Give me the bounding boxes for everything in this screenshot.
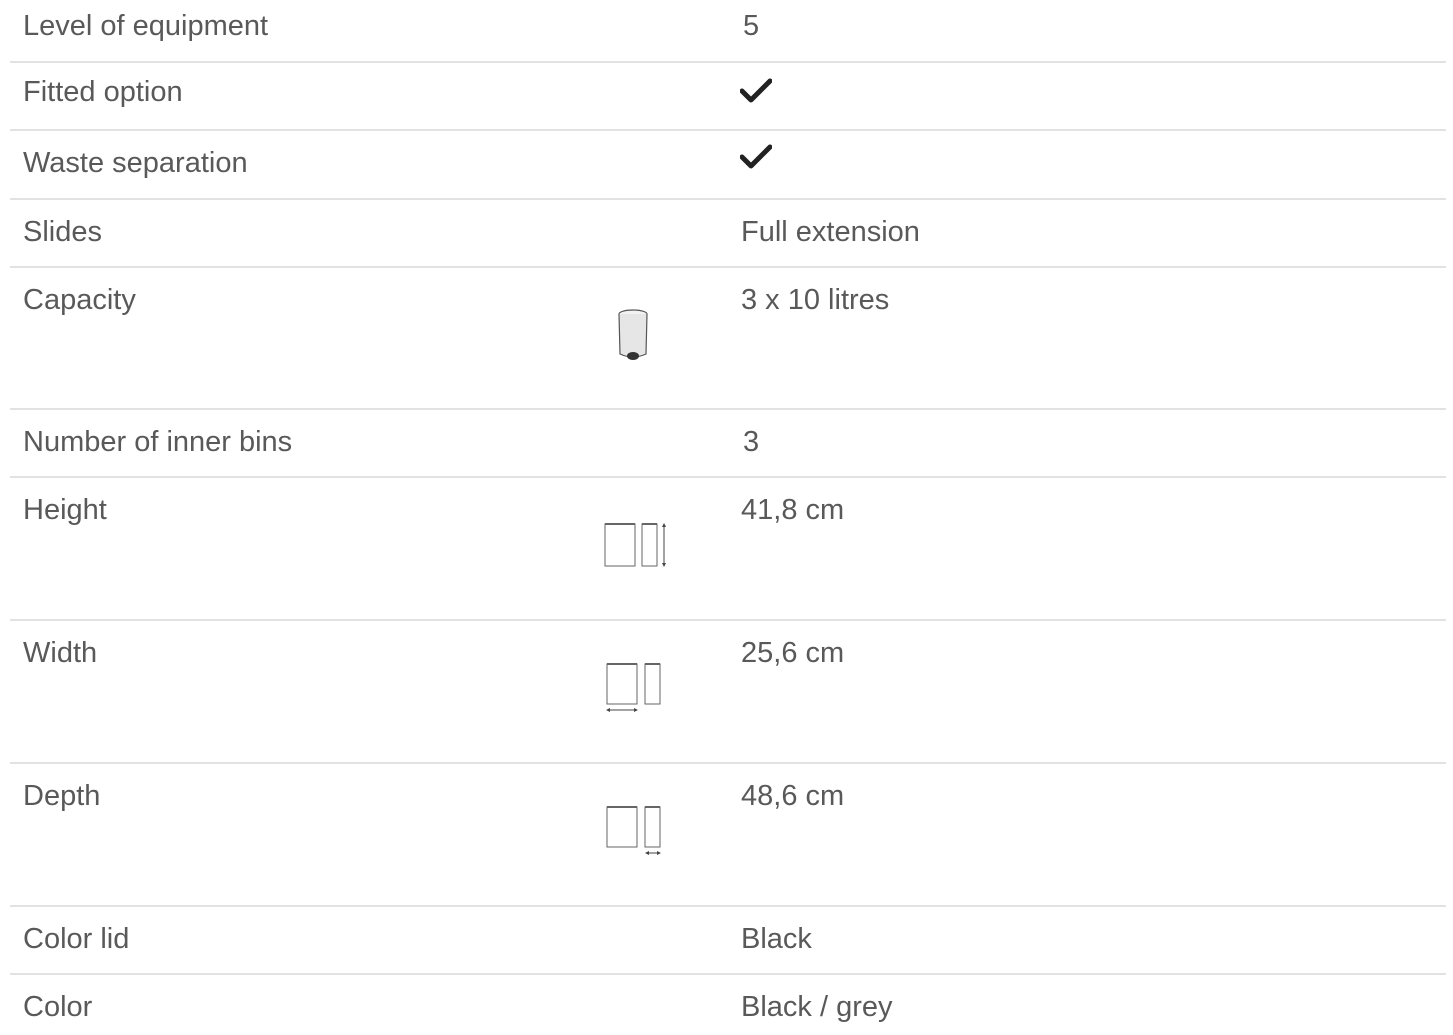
spec-value: 25,6 cm <box>741 637 845 669</box>
spec-value: 3 x 10 litres <box>741 284 890 316</box>
depth-dimension-icon <box>606 806 661 855</box>
product-spec-table: Level of equipment 5 Fitted option Waste… <box>10 0 1446 1035</box>
spec-label: Color <box>23 991 93 1023</box>
spec-row-height: Height 41,8 cm <box>10 478 1446 621</box>
checkmark-icon <box>740 78 772 103</box>
spec-row-width: Width 25,6 cm <box>10 621 1446 764</box>
spec-row-slides: Slides Full extension <box>10 200 1446 268</box>
spec-label: Height <box>23 494 107 526</box>
spec-label: Level of equipment <box>23 10 269 42</box>
spec-label: Waste separation <box>23 147 248 179</box>
spec-label: Slides <box>23 216 102 248</box>
spec-value: Black <box>741 923 812 955</box>
spec-label: Capacity <box>23 284 136 316</box>
spec-value: 48,6 cm <box>741 780 845 812</box>
spec-label: Number of inner bins <box>23 426 293 458</box>
spec-row-level-of-equipment: Level of equipment 5 <box>10 0 1446 63</box>
spec-value: Black / grey <box>741 991 893 1023</box>
spec-row-capacity: Capacity 3 x 10 litres <box>10 268 1446 410</box>
spec-label: Depth <box>23 780 101 812</box>
spec-row-fitted-option: Fitted option <box>10 63 1446 131</box>
spec-value: Full extension <box>741 216 920 248</box>
spec-row-color-lid: Color lid Black <box>10 907 1446 975</box>
spec-row-waste-separation: Waste separation <box>10 131 1446 200</box>
bin-icon <box>618 309 648 360</box>
width-dimension-icon <box>606 663 661 712</box>
spec-label: Fitted option <box>23 76 183 108</box>
spec-row-number-of-inner-bins: Number of inner bins 3 <box>10 410 1446 478</box>
spec-value: 41,8 cm <box>741 494 845 526</box>
spec-label: Width <box>23 637 98 669</box>
spec-row-depth: Depth 48,6 cm <box>10 764 1446 907</box>
spec-value: 5 <box>743 10 760 42</box>
spec-value: 3 <box>743 426 760 458</box>
height-dimension-icon <box>604 523 666 567</box>
checkmark-icon <box>740 144 772 169</box>
spec-row-color: Color Black / grey <box>10 975 1446 1035</box>
spec-label: Color lid <box>23 923 130 955</box>
